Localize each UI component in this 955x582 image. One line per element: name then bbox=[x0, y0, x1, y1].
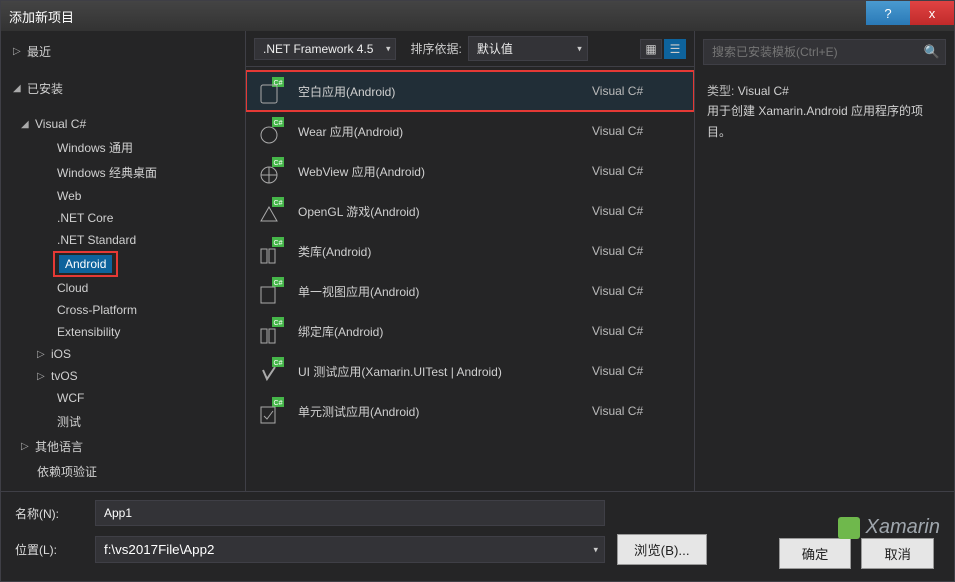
template-name: UI 测试应用(Xamarin.UITest | Android) bbox=[298, 363, 592, 380]
sort-label: 排序依据: bbox=[410, 40, 461, 57]
sidebar-wcf[interactable]: WCF bbox=[1, 387, 245, 409]
location-label: 位置(L): bbox=[15, 541, 95, 558]
template-name: 类库(Android) bbox=[298, 243, 592, 260]
sidebar-test[interactable]: 测试 bbox=[1, 409, 245, 434]
template-opengl-game-android[interactable]: C# OpenGL 游戏(Android) Visual C# bbox=[246, 191, 694, 231]
view-list-button[interactable]: ☰ bbox=[664, 39, 686, 59]
sidebar-installed[interactable]: ◢已安装 bbox=[1, 76, 245, 101]
template-lang: Visual C# bbox=[592, 124, 682, 138]
template-lang: Visual C# bbox=[592, 404, 682, 418]
template-webview-app-android[interactable]: C# WebView 应用(Android) Visual C# bbox=[246, 151, 694, 191]
location-input[interactable] bbox=[104, 542, 596, 557]
template-class-library-android[interactable]: C# 类库(Android) Visual C# bbox=[246, 231, 694, 271]
svg-text:C#: C# bbox=[274, 360, 283, 367]
sidebar-android[interactable]: Android bbox=[59, 255, 112, 273]
name-label: 名称(N): bbox=[15, 505, 95, 522]
opengl-cs-icon: C# bbox=[258, 197, 284, 225]
category-sidebar: ▷最近 ◢已安装 ◢Visual C# Windows 通用 Windows 经… bbox=[1, 31, 246, 491]
svg-text:C#: C# bbox=[274, 400, 283, 407]
template-binding-library-android[interactable]: C# 绑定库(Android) Visual C# bbox=[246, 311, 694, 351]
template-single-view-app-android[interactable]: C# 单一视图应用(Android) Visual C# bbox=[246, 271, 694, 311]
template-lang: Visual C# bbox=[592, 244, 682, 258]
svg-text:C#: C# bbox=[274, 280, 283, 287]
template-ui-test-app-android[interactable]: C# UI 测试应用(Xamarin.UITest | Android) Vis… bbox=[246, 351, 694, 391]
classlib-cs-icon: C# bbox=[258, 237, 284, 265]
close-button[interactable]: x bbox=[910, 1, 954, 25]
sidebar-ios[interactable]: ▷iOS bbox=[1, 343, 245, 365]
unittest-cs-icon: C# bbox=[258, 397, 284, 425]
sidebar-net-standard[interactable]: .NET Standard bbox=[1, 229, 245, 251]
template-lang: Visual C# bbox=[592, 284, 682, 298]
template-detail: 类型: Visual C# 用于创建 Xamarin.Android 应用程序的… bbox=[695, 73, 954, 150]
chevron-down-icon: ◢ bbox=[13, 83, 23, 94]
template-unit-test-app-android[interactable]: C# 单元测试应用(Android) Visual C# bbox=[246, 391, 694, 431]
name-input[interactable] bbox=[95, 500, 605, 526]
sort-dropdown[interactable]: 默认值▾ bbox=[468, 36, 588, 61]
sidebar-cross-platform[interactable]: Cross-Platform bbox=[1, 299, 245, 321]
template-name: 绑定库(Android) bbox=[298, 323, 592, 340]
sidebar-other-langs[interactable]: ▷其他语言 bbox=[1, 434, 245, 459]
svg-text:C#: C# bbox=[274, 320, 283, 327]
sidebar-cloud[interactable]: Cloud bbox=[1, 277, 245, 299]
template-lang: Visual C# bbox=[592, 204, 682, 218]
svg-text:C#: C# bbox=[274, 240, 283, 247]
template-name: 空白应用(Android) bbox=[298, 83, 592, 100]
template-name: 单一视图应用(Android) bbox=[298, 283, 592, 300]
svg-text:C#: C# bbox=[274, 120, 283, 127]
uitest-cs-icon: C# bbox=[258, 357, 284, 385]
singleview-cs-icon: C# bbox=[258, 277, 284, 305]
caret-down-icon: ▾ bbox=[386, 43, 391, 54]
svg-text:C#: C# bbox=[274, 80, 283, 87]
framework-dropdown[interactable]: .NET Framework 4.5▾ bbox=[254, 38, 396, 60]
template-blank-app-android[interactable]: C# 空白应用(Android) Visual C# bbox=[246, 71, 694, 111]
bottom-panel: 名称(N): 位置(L): ▾ 浏览(B)... 确定 取消 Xamarin bbox=[1, 491, 954, 581]
bindinglib-cs-icon: C# bbox=[258, 317, 284, 345]
title-bar: 添加新项目 ? x bbox=[1, 1, 954, 31]
ok-button[interactable]: 确定 bbox=[779, 538, 852, 569]
svg-text:C#: C# bbox=[274, 200, 283, 207]
view-small-icons-button[interactable]: ▦ bbox=[640, 39, 662, 59]
caret-down-icon: ▾ bbox=[577, 43, 582, 54]
caret-down-icon[interactable]: ▾ bbox=[593, 544, 598, 555]
template-lang: Visual C# bbox=[592, 364, 682, 378]
template-name: Wear 应用(Android) bbox=[298, 123, 592, 140]
webview-cs-icon: C# bbox=[258, 157, 284, 185]
chevron-right-icon: ▷ bbox=[37, 371, 47, 382]
template-name: 单元测试应用(Android) bbox=[298, 403, 592, 420]
svg-text:C#: C# bbox=[274, 160, 283, 167]
template-wear-app-android[interactable]: C# Wear 应用(Android) Visual C# bbox=[246, 111, 694, 151]
sidebar-tvos[interactable]: ▷tvOS bbox=[1, 365, 245, 387]
search-icon[interactable]: 🔍 bbox=[924, 44, 940, 60]
chevron-down-icon: ◢ bbox=[21, 119, 31, 130]
dialog-title: 添加新项目 bbox=[9, 7, 74, 26]
wear-cs-icon: C# bbox=[258, 117, 284, 145]
type-value: Visual C# bbox=[738, 84, 789, 98]
cancel-button[interactable]: 取消 bbox=[861, 538, 934, 569]
sidebar-windows-universal[interactable]: Windows 通用 bbox=[1, 135, 245, 160]
template-name: OpenGL 游戏(Android) bbox=[298, 203, 592, 220]
help-button[interactable]: ? bbox=[866, 1, 910, 25]
toolbar: .NET Framework 4.5▾ 排序依据: 默认值▾ ▦ ☰ bbox=[246, 31, 694, 67]
browse-button[interactable]: 浏览(B)... bbox=[617, 534, 707, 565]
android-cs-icon: C# bbox=[258, 77, 284, 105]
template-lang: Visual C# bbox=[592, 324, 682, 338]
template-description: 用于创建 Xamarin.Android 应用程序的项目。 bbox=[707, 101, 942, 142]
sidebar-extensibility[interactable]: Extensibility bbox=[1, 321, 245, 343]
sidebar-windows-classic[interactable]: Windows 经典桌面 bbox=[1, 160, 245, 185]
sidebar-dep-validate[interactable]: 依赖项验证 bbox=[1, 459, 245, 484]
template-lang: Visual C# bbox=[592, 164, 682, 178]
chevron-right-icon: ▷ bbox=[21, 441, 31, 452]
search-input[interactable] bbox=[703, 39, 946, 65]
sidebar-visual-csharp[interactable]: ◢Visual C# bbox=[1, 113, 245, 135]
template-list: C# 空白应用(Android) Visual C# C# Wear 应用(An… bbox=[246, 67, 694, 491]
type-label: 类型: bbox=[707, 84, 734, 98]
template-lang: Visual C# bbox=[592, 84, 682, 98]
sidebar-recent[interactable]: ▷最近 bbox=[1, 39, 245, 64]
chevron-right-icon: ▷ bbox=[13, 46, 23, 57]
sidebar-net-core[interactable]: .NET Core bbox=[1, 207, 245, 229]
sidebar-web[interactable]: Web bbox=[1, 185, 245, 207]
template-name: WebView 应用(Android) bbox=[298, 163, 592, 180]
chevron-right-icon: ▷ bbox=[37, 349, 47, 360]
